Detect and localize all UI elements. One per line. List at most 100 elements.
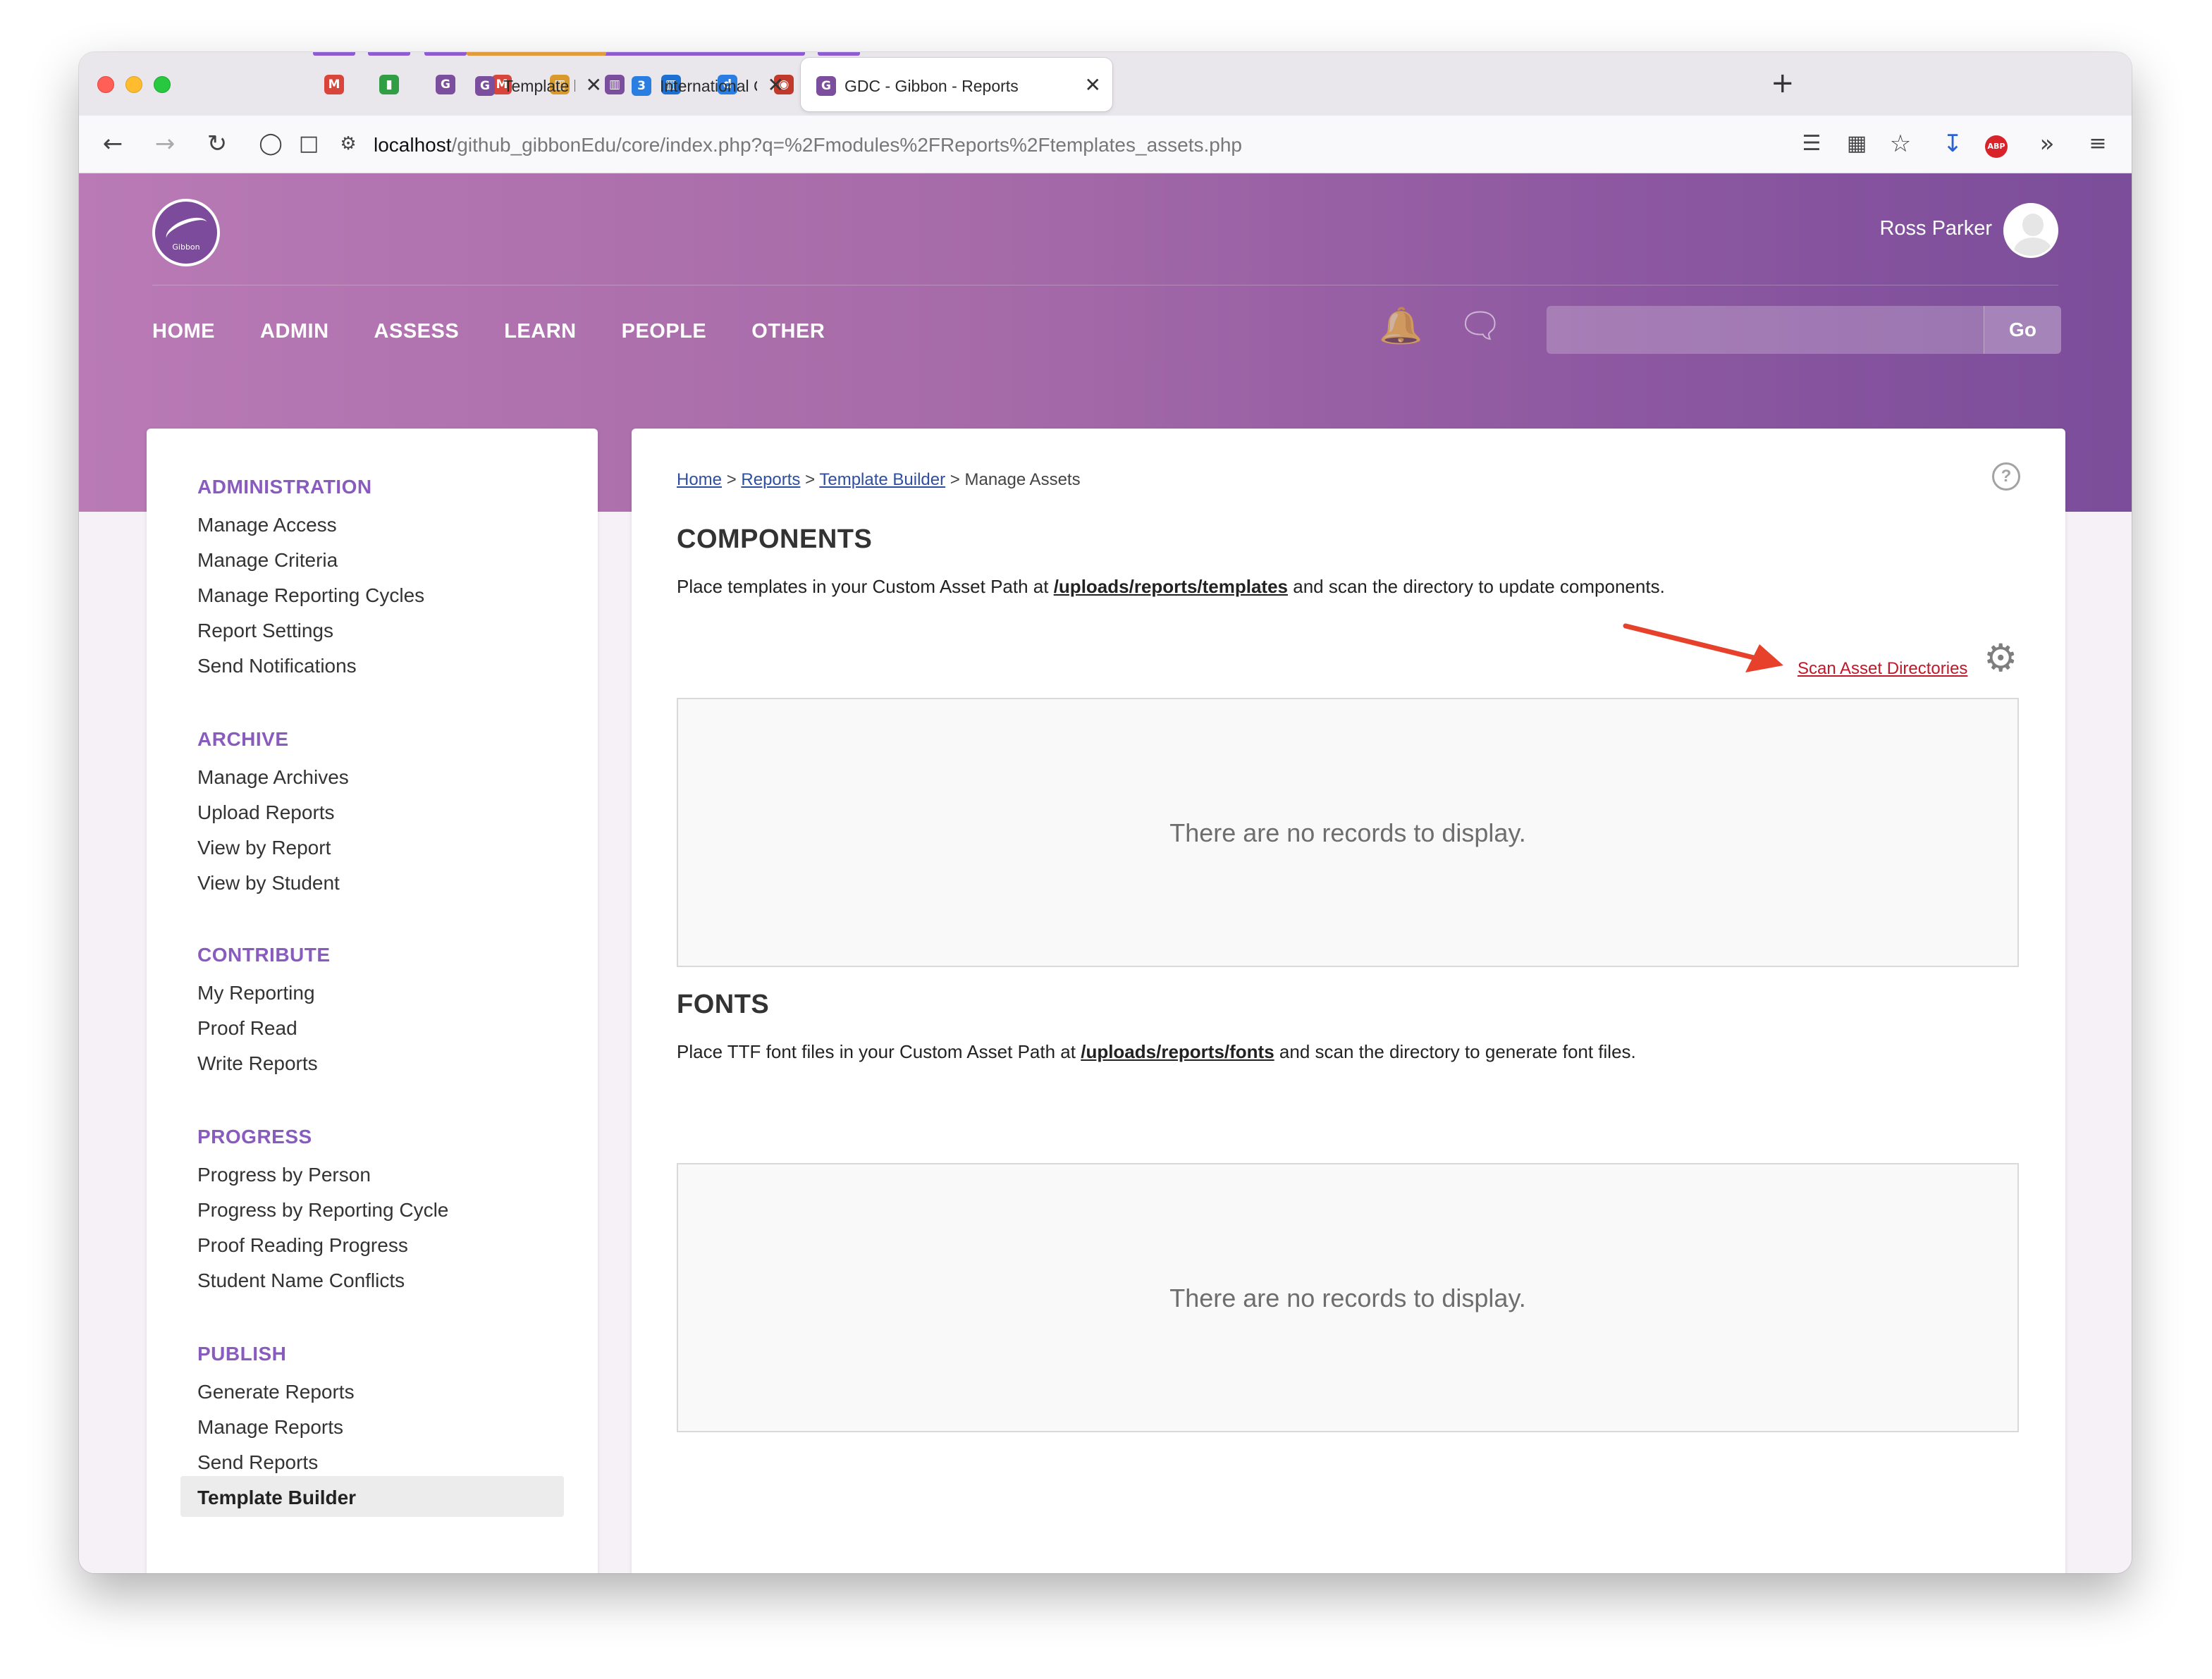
annotation-arrow (1623, 623, 1783, 672)
menu-other[interactable]: OTHER (751, 319, 825, 344)
tab-group-bar (467, 52, 606, 56)
notifications-bell-icon[interactable]: 🔔 (1379, 305, 1423, 347)
sidebar-item-manage-criteria[interactable]: Manage Criteria (197, 548, 338, 572)
fonts-description: Place TTF font files in your Custom Asse… (677, 1040, 1636, 1063)
user-name[interactable]: Ross Parker (1879, 216, 1992, 241)
sidebar-item-manage-reports[interactable]: Manage Reports (197, 1415, 343, 1439)
sidebar-item-generate-reports[interactable]: Generate Reports (197, 1380, 355, 1404)
close-tab-icon[interactable]: ✕ (586, 73, 602, 97)
tab-international-college[interactable]: 3 International College Hong Kong ✕ (616, 52, 795, 111)
breadcrumb-separator: > (805, 470, 816, 489)
menu-people[interactable]: PEOPLE (622, 319, 707, 344)
tab-group-bar (313, 52, 355, 56)
scan-asset-directories-link[interactable]: Scan Asset Directories (1798, 658, 1967, 679)
components-heading: COMPONENTS (677, 524, 873, 554)
chat-icon: ▮ (379, 75, 399, 94)
calendar-favicon-icon: 3 (632, 76, 651, 96)
sidebar-item-manage-access[interactable]: Manage Access (197, 513, 337, 537)
breadcrumb-reports[interactable]: Reports (741, 470, 800, 489)
qr-code-icon[interactable]: ▦ (1841, 128, 1872, 159)
overflow-chevron-icon[interactable]: » (2032, 128, 2063, 159)
avatar[interactable] (2003, 203, 2058, 258)
main-content: Home > Reports > Template Builder > Mana… (632, 429, 2065, 1573)
sidebar-item-send-notifications[interactable]: Send Notifications (197, 654, 357, 678)
components-desc-text: Place templates in your Custom Asset Pat… (677, 576, 1054, 597)
help-icon[interactable]: ? (1992, 462, 2020, 491)
permissions-icon[interactable]: ⚙ (334, 128, 362, 159)
pinned-tab[interactable]: ▮ (368, 52, 410, 116)
breadcrumb-template-builder[interactable]: Template Builder (819, 470, 945, 489)
main-menu: HOME ADMIN ASSESS LEARN PEOPLE OTHER (152, 319, 825, 344)
menu-learn[interactable]: LEARN (504, 319, 576, 344)
zoom-window-button[interactable] (154, 76, 171, 93)
sidebar-item-upload-reports[interactable]: Upload Reports (197, 801, 335, 825)
tab-group-bar (818, 52, 860, 56)
tab-title: International College Hong Kong (660, 77, 757, 95)
components-path: /uploads/reports/templates (1053, 576, 1289, 597)
components-table: There are no records to display. (677, 698, 2019, 967)
tab-gdc-gibbon-reports[interactable]: G GDC - Gibbon - Reports ✕ (801, 58, 1112, 111)
reader-view-icon[interactable]: ☰ (1796, 128, 1827, 159)
sidebar-item-proof-read[interactable]: Proof Read (197, 1016, 297, 1040)
pinned-tab[interactable]: M (313, 52, 355, 116)
sidebar-item-progress-by-reporting-cycle[interactable]: Progress by Reporting Cycle (197, 1198, 448, 1222)
tab-template-builder-issue[interactable]: G Template builder show no core c ✕ (460, 52, 613, 111)
menu-home[interactable]: HOME (152, 319, 215, 344)
download-icon[interactable]: ↧ (1937, 128, 1968, 159)
close-tab-icon[interactable]: ✕ (768, 73, 784, 97)
fonts-empty-message: There are no records to display. (1169, 1284, 1526, 1312)
page-icon[interactable]: □ (295, 128, 323, 159)
fonts-heading: FONTS (677, 990, 770, 1019)
search-go-button[interactable]: Go (1984, 306, 2061, 354)
sidebar-item-template-builder[interactable]: Template Builder (197, 1486, 356, 1510)
search-input[interactable] (1547, 306, 1984, 354)
navigation-bar: ← → ↻ ◯ □ ⚙ localhost/github_gibbonEdu/c… (79, 116, 2132, 173)
tab-title: GDC - Gibbon - Reports (844, 77, 1019, 95)
close-window-button[interactable] (97, 76, 114, 93)
new-tab-button[interactable]: + (1771, 68, 1795, 99)
sidebar-item-view-by-report[interactable]: View by Report (197, 836, 331, 860)
address-bar[interactable]: localhost/github_gibbonEdu/core/index.ph… (374, 133, 1242, 158)
sidebar-item-progress-by-person[interactable]: Progress by Person (197, 1163, 371, 1187)
forward-arrow-icon[interactable]: → (148, 128, 182, 159)
sidebar-item-manage-archives[interactable]: Manage Archives (197, 765, 349, 789)
sidebar-item-report-settings[interactable]: Report Settings (197, 619, 333, 643)
sidebar: ADMINISTRATION Manage Access Manage Criter… (147, 429, 598, 1573)
breadcrumb-home[interactable]: Home (677, 470, 722, 489)
fonts-desc-text-end: and scan the directory to generate font … (1274, 1041, 1636, 1062)
gibbon-logo[interactable]: Gibbon (152, 199, 220, 266)
sidebar-item-my-reporting[interactable]: My Reporting (197, 981, 315, 1005)
breadcrumb-separator: > (726, 470, 737, 489)
reload-icon[interactable]: ↻ (200, 128, 234, 159)
menu-assess[interactable]: ASSESS (374, 319, 460, 344)
sidebar-item-manage-reporting-cycles[interactable]: Manage Reporting Cycles (197, 584, 424, 608)
tab-group-bar (424, 52, 467, 56)
breadcrumb-separator: > (950, 470, 960, 489)
components-empty-message: There are no records to display. (1169, 818, 1526, 847)
adblock-icon[interactable]: ABP (1985, 135, 2008, 158)
messages-icon[interactable]: 🗨 (1458, 305, 1502, 347)
sidebar-item-write-reports[interactable]: Write Reports (197, 1052, 318, 1076)
sidebar-item-student-name-conflicts[interactable]: Student Name Conflicts (197, 1269, 405, 1293)
fonts-desc-text: Place TTF font files in your Custom Asse… (677, 1041, 1081, 1062)
sidebar-item-view-by-student[interactable]: View by Student (197, 871, 340, 895)
tab-group-bar (368, 52, 410, 56)
browser-window: M▮GM▥▥▥d◉✆ G Template builder show no co… (79, 52, 2132, 1573)
sidebar-item-send-reports[interactable]: Send Reports (197, 1451, 318, 1475)
url-host: localhost (374, 134, 452, 156)
close-tab-icon[interactable]: ✕ (1085, 73, 1101, 97)
bookmark-star-icon[interactable]: ☆ (1885, 128, 1916, 159)
gear-icon[interactable]: ⚙ (1984, 637, 2017, 679)
breadcrumb: Home > Reports > Template Builder > Mana… (677, 469, 1081, 491)
sidebar-section-title: ADMINISTRATION (197, 476, 372, 498)
sidebar-section-title: PROGRESS (197, 1126, 312, 1148)
components-description: Place templates in your Custom Asset Pat… (677, 575, 1665, 598)
gibbon-favicon-icon: G (816, 76, 836, 96)
sidebar-item-proof-reading-progress[interactable]: Proof Reading Progress (197, 1234, 408, 1257)
shield-icon[interactable]: ◯ (255, 128, 286, 159)
fonts-table: There are no records to display. (677, 1163, 2019, 1432)
back-arrow-icon[interactable]: ← (96, 128, 130, 159)
hamburger-menu-icon[interactable]: ≡ (2082, 128, 2113, 159)
minimize-window-button[interactable] (125, 76, 142, 93)
menu-admin[interactable]: ADMIN (260, 319, 329, 344)
